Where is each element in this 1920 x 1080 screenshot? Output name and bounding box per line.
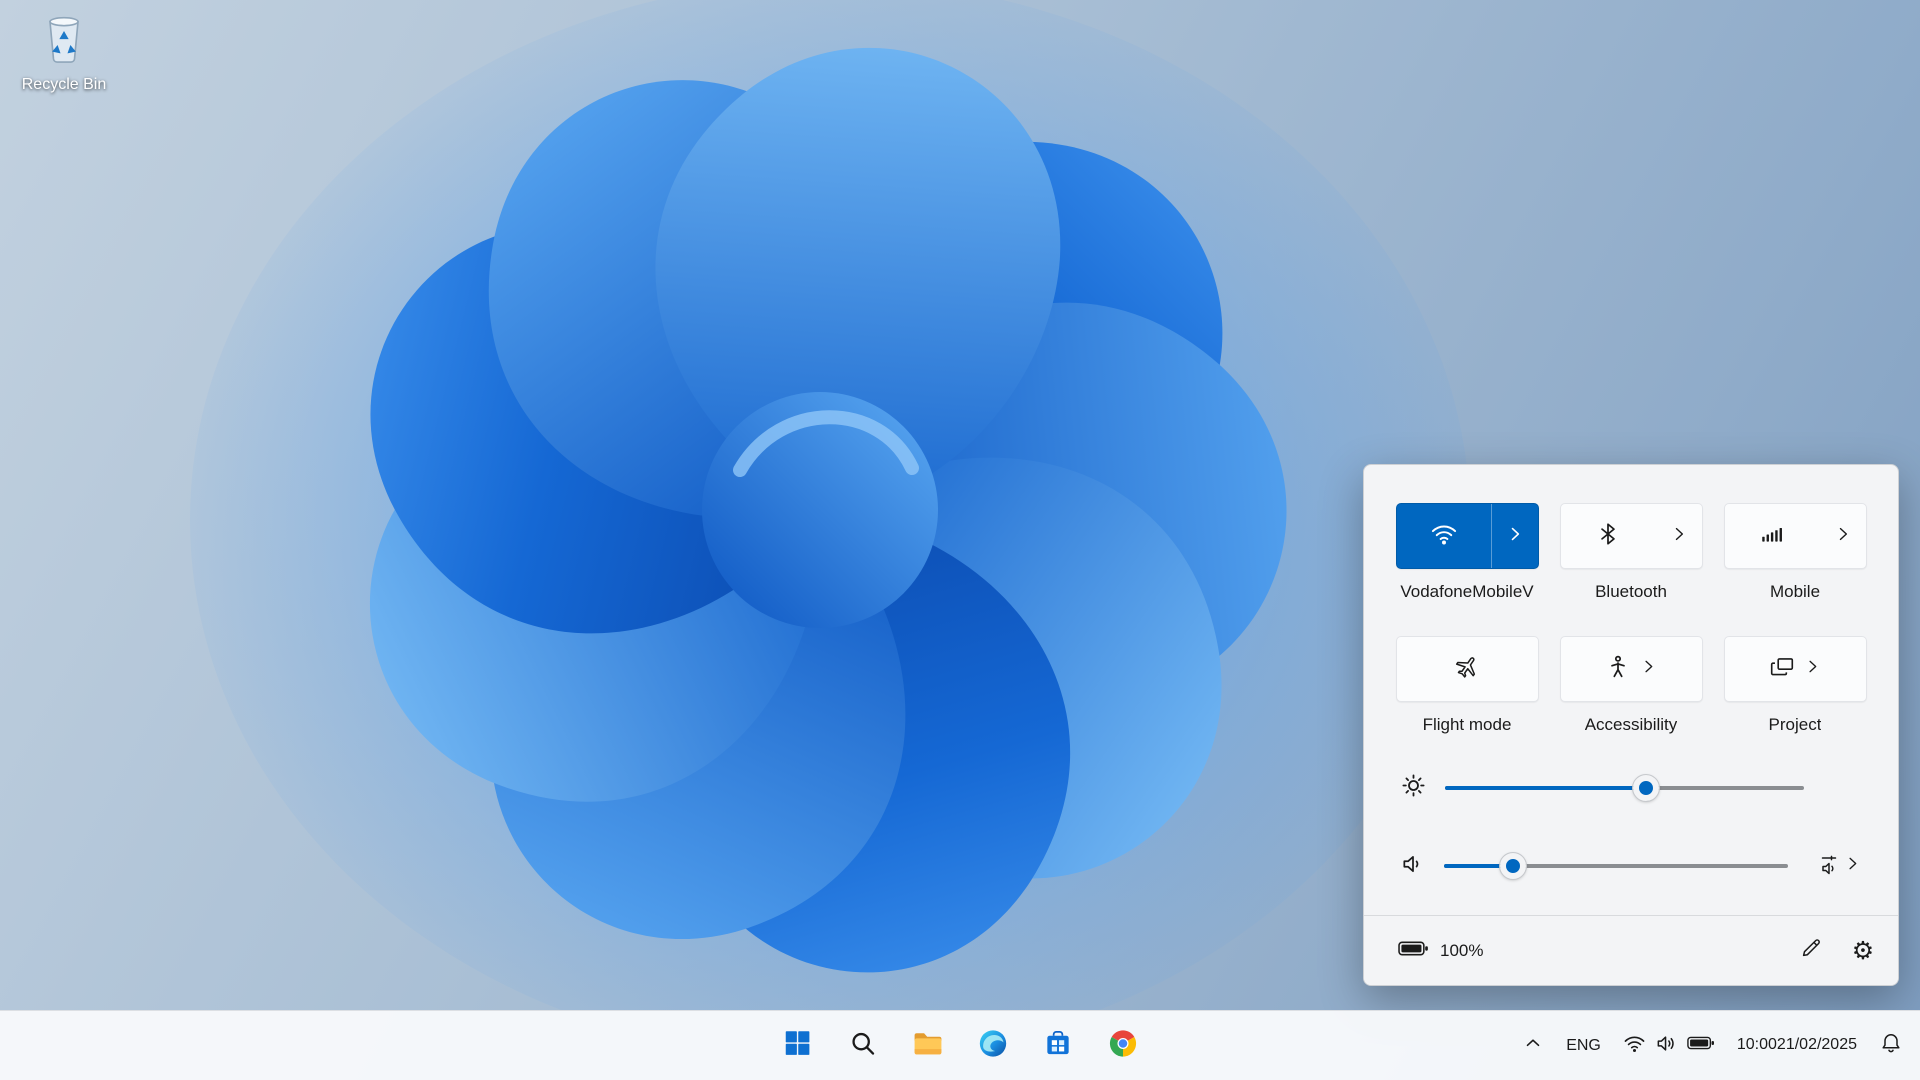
- battery-tray-icon: [1687, 1035, 1715, 1056]
- project-tile[interactable]: [1724, 636, 1867, 702]
- edge-button[interactable]: [969, 1022, 1017, 1070]
- volume-slider[interactable]: [1444, 853, 1788, 879]
- taskbar-tray: ENG 10:00 21/02/2025: [1513, 1011, 1912, 1080]
- brightness-slider-fill: [1445, 786, 1646, 790]
- tray-time: 10:00: [1737, 1035, 1777, 1056]
- project-tile-label: Project: [1769, 715, 1822, 735]
- brightness-row: [1400, 775, 1862, 801]
- search-button[interactable]: [839, 1022, 887, 1070]
- quick-settings-sliders: [1396, 775, 1866, 879]
- brightness-slider[interactable]: [1445, 775, 1804, 801]
- file-explorer-icon: [911, 1027, 944, 1065]
- system-tray-status-button[interactable]: [1614, 1022, 1724, 1070]
- accessibility-tile-label: Accessibility: [1585, 715, 1678, 735]
- tile-cell-flight-mode: Flight mode: [1396, 636, 1539, 735]
- quick-settings-actions: ⚙: [1790, 930, 1884, 972]
- bluetooth-toggle-button[interactable]: [1561, 504, 1656, 568]
- chevron-up-icon: [1522, 1032, 1544, 1059]
- accessibility-tile[interactable]: [1560, 636, 1703, 702]
- bluetooth-expand-button[interactable]: [1656, 504, 1702, 568]
- microsoft-store-icon: [1042, 1028, 1073, 1064]
- clock-button[interactable]: 10:00 21/02/2025: [1728, 1022, 1866, 1070]
- wifi-toggle-button[interactable]: [1397, 504, 1492, 568]
- wifi-icon: [1430, 520, 1458, 553]
- windows-logo-icon: [783, 1028, 813, 1063]
- edge-icon: [977, 1028, 1008, 1064]
- recycle-bin-label: Recycle Bin: [22, 76, 106, 94]
- volume-slider-thumb[interactable]: [1500, 853, 1526, 879]
- wifi-tile[interactable]: [1396, 503, 1539, 569]
- sound-output-button[interactable]: [1806, 852, 1862, 881]
- bluetooth-tile-label: Bluetooth: [1595, 582, 1667, 602]
- wifi-tile-label: VodafoneMobileV: [1400, 582, 1533, 602]
- chevron-right-icon: [1833, 524, 1853, 549]
- chevron-right-icon: [1803, 657, 1822, 681]
- brightness-slider-thumb[interactable]: [1633, 775, 1659, 801]
- wifi-expand-button[interactable]: [1492, 504, 1538, 568]
- microsoft-store-button[interactable]: [1034, 1022, 1082, 1070]
- mobile-tile-label: Mobile: [1770, 582, 1820, 602]
- chevron-right-icon: [1669, 524, 1689, 549]
- mobile-expand-button[interactable]: [1820, 504, 1866, 568]
- battery-icon: [1398, 940, 1429, 962]
- chevron-right-icon: [1505, 524, 1525, 549]
- recycle-bin-icon: [36, 10, 92, 71]
- recycle-bin-shortcut[interactable]: Recycle Bin: [12, 10, 116, 94]
- battery-percent-label: 100%: [1440, 941, 1483, 961]
- tray-date: 21/02/2025: [1777, 1035, 1857, 1056]
- flight-mode-tile-label: Flight mode: [1423, 715, 1512, 735]
- volume-icon: [1400, 851, 1426, 882]
- chevron-right-icon: [1843, 854, 1862, 878]
- open-settings-button[interactable]: ⚙: [1842, 930, 1884, 972]
- chrome-icon: [1107, 1028, 1138, 1064]
- search-icon: [848, 1029, 877, 1063]
- quick-settings-panel: VodafoneMobileV Bluetooth: [1363, 464, 1899, 986]
- chrome-button[interactable]: [1099, 1022, 1147, 1070]
- accessibility-icon: [1605, 654, 1631, 685]
- mobile-tile[interactable]: [1724, 503, 1867, 569]
- tile-cell-bluetooth: Bluetooth: [1560, 503, 1703, 602]
- tile-cell-project: Project: [1724, 636, 1867, 735]
- language-indicator[interactable]: ENG: [1557, 1022, 1610, 1070]
- bell-icon: [1879, 1031, 1903, 1060]
- flight-mode-tile[interactable]: [1396, 636, 1539, 702]
- show-hidden-icons-button[interactable]: [1513, 1022, 1553, 1070]
- flight-mode-icon: [1454, 654, 1480, 685]
- taskbar-app-buttons: [774, 1011, 1147, 1080]
- brightness-icon: [1400, 772, 1427, 804]
- sound-output-icon: [1818, 852, 1842, 881]
- wifi-tray-icon: [1623, 1032, 1646, 1060]
- edit-quick-settings-button[interactable]: [1790, 930, 1832, 972]
- mobile-toggle-button[interactable]: [1725, 504, 1820, 568]
- mobile-signal-icon: [1759, 521, 1785, 552]
- tile-cell-wifi: VodafoneMobileV: [1396, 503, 1539, 602]
- notification-center-button[interactable]: [1870, 1022, 1912, 1070]
- file-explorer-button[interactable]: [904, 1022, 952, 1070]
- quick-settings-tile-grid: VodafoneMobileV Bluetooth: [1396, 503, 1866, 735]
- gear-icon: ⚙: [1852, 938, 1874, 963]
- bluetooth-tile[interactable]: [1560, 503, 1703, 569]
- battery-status-button[interactable]: 100%: [1390, 934, 1491, 968]
- project-icon: [1769, 654, 1795, 685]
- edit-icon: [1799, 936, 1823, 965]
- start-button[interactable]: [774, 1022, 822, 1070]
- speaker-tray-icon: [1655, 1032, 1678, 1060]
- quick-settings-footer: 100% ⚙: [1364, 915, 1898, 985]
- bluetooth-icon: [1595, 521, 1621, 552]
- tile-cell-accessibility: Accessibility: [1560, 636, 1703, 735]
- taskbar: ENG 10:00 21/02/2025: [0, 1010, 1920, 1080]
- tile-cell-mobile: Mobile: [1724, 503, 1867, 602]
- chevron-right-icon: [1639, 657, 1658, 681]
- volume-row: [1400, 853, 1862, 879]
